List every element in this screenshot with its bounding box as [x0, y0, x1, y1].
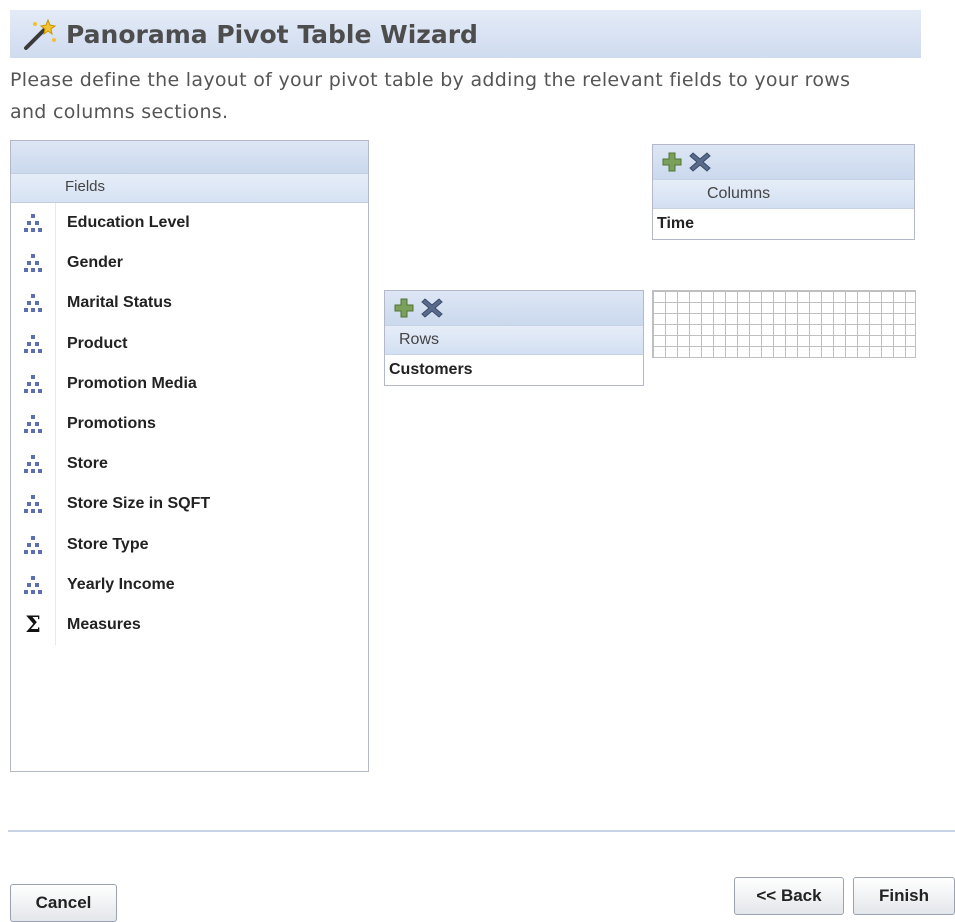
rows-toolbar — [385, 291, 643, 325]
field-list: Education Level Gender Marital Status Produ… — [11, 203, 368, 646]
hierarchy-icon — [11, 293, 55, 313]
sigma-icon: Σ — [25, 611, 41, 638]
field-item[interactable]: Education Level — [11, 203, 368, 243]
field-item-label: Education Level — [67, 214, 190, 232]
cancel-button[interactable]: Cancel — [10, 884, 117, 922]
remove-icon[interactable] — [421, 297, 443, 319]
remove-icon[interactable] — [689, 151, 711, 173]
field-item[interactable]: Promotions — [11, 404, 368, 444]
hierarchy-icon — [11, 575, 55, 595]
columns-item-time[interactable]: Time — [653, 209, 914, 239]
hierarchy-icon — [11, 374, 55, 394]
field-item-label: Marital Status — [67, 294, 172, 312]
field-item-label: Promotion Media — [67, 374, 197, 392]
columns-header: Columns — [653, 179, 914, 209]
fields-header-label: Fields — [65, 178, 106, 195]
columns-dropbox[interactable]: Columns Time — [652, 144, 915, 240]
fields-panel: Fields Education Level Gender Marital Stat… — [10, 140, 369, 772]
hierarchy-icon — [11, 454, 55, 474]
hierarchy-icon — [11, 213, 55, 233]
columns-toolbar — [653, 145, 914, 179]
field-item[interactable]: Marital Status — [11, 283, 368, 323]
field-item-label: Product — [67, 334, 128, 352]
wizard-title-bar: Panorama Pivot Table Wizard — [10, 10, 921, 58]
hierarchy-icon — [11, 414, 55, 434]
finish-button[interactable]: Finish — [853, 877, 955, 915]
field-item[interactable]: Σ Measures — [11, 605, 368, 645]
pivot-grid-preview — [652, 290, 916, 358]
back-button[interactable]: << Back — [734, 877, 844, 915]
footer-separator — [8, 830, 955, 832]
field-item-label: Yearly Income — [67, 575, 175, 593]
fields-panel-toolbar — [11, 141, 368, 174]
field-item[interactable]: Yearly Income — [11, 565, 368, 605]
field-item[interactable]: Promotion Media — [11, 364, 368, 404]
field-item-label: Measures — [67, 615, 141, 633]
magic-wand-icon — [24, 18, 57, 50]
hierarchy-icon — [11, 334, 55, 354]
field-item[interactable]: Store Size in SQFT — [11, 484, 368, 524]
rows-item-customers[interactable]: Customers — [385, 355, 643, 385]
field-item-label: Store Size in SQFT — [67, 495, 211, 513]
wizard-title: Panorama Pivot Table Wizard — [66, 19, 478, 49]
rows-header: Rows — [385, 325, 643, 355]
field-item[interactable]: Store — [11, 444, 368, 484]
field-item-label: Promotions — [67, 415, 156, 433]
hierarchy-icon — [11, 535, 55, 555]
field-item-label: Store — [67, 455, 108, 473]
hierarchy-icon — [11, 494, 55, 514]
field-item[interactable]: Product — [11, 324, 368, 364]
field-item-label: Gender — [67, 254, 124, 272]
field-item[interactable]: Store Type — [11, 525, 368, 565]
add-icon[interactable] — [393, 297, 415, 319]
fields-header: Fields — [11, 174, 368, 203]
add-icon[interactable] — [661, 151, 683, 173]
rows-dropbox[interactable]: Rows Customers — [384, 290, 644, 386]
field-item-label: Store Type — [67, 535, 149, 553]
instructions-text: Please define the layout of your pivot t… — [10, 69, 851, 123]
field-item[interactable]: Gender — [11, 243, 368, 283]
hierarchy-icon — [11, 253, 55, 273]
